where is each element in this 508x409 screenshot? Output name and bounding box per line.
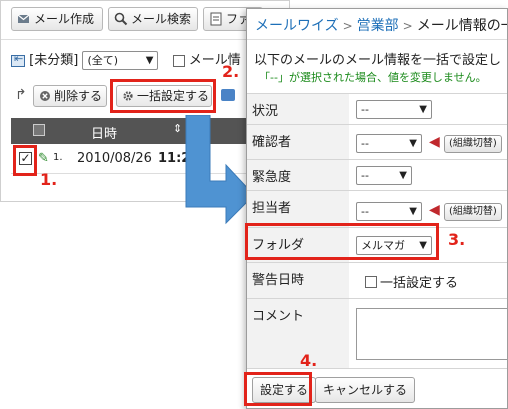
comment-textarea[interactable] <box>356 308 507 360</box>
flow-arrow-icon <box>185 115 255 225</box>
chevron-down-icon: ▼ <box>145 55 154 66</box>
confirmer-row: 確認者 -- ▼ ◀ (組織切替) <box>247 124 507 159</box>
intro-text: 以下のメールのメール情報を一括で設定し <box>254 53 502 68</box>
mail-create-button[interactable]: メール作成 <box>11 7 103 31</box>
folder-filter-row: ⇤ [未分類] (全て) ▼ メール情 <box>11 49 241 70</box>
document-icon <box>210 12 222 26</box>
footer-divider <box>247 368 507 369</box>
left-arrow-icon: ◀ <box>429 202 440 218</box>
mail-search-label: メール検索 <box>131 12 192 26</box>
folder-icon[interactable] <box>221 89 235 101</box>
reply-arrow-icon[interactable]: ↱ <box>15 87 27 103</box>
warning-date-row: 警告日時 一括設定する <box>247 262 507 298</box>
urgency-select[interactable]: -- ▼ <box>356 166 412 185</box>
warning-date-label: 警告日時 <box>247 263 349 298</box>
header-divider <box>247 39 507 40</box>
delete-circle-icon <box>40 91 50 101</box>
filter-select[interactable]: (全て) ▼ <box>82 51 159 70</box>
pen-mail-icon <box>17 14 30 23</box>
step1-highlight <box>13 145 37 176</box>
breadcrumb-department[interactable]: 営業部 <box>357 18 399 34</box>
assignee-row: 担当者 -- ▼ ◀ (組織切替) <box>247 190 507 227</box>
left-arrow-icon: ◀ <box>429 134 440 150</box>
step2-highlight <box>110 79 216 113</box>
step4-highlight <box>244 372 312 406</box>
chevron-down-icon: ▼ <box>419 104 427 115</box>
step3-label: 3. <box>448 230 466 249</box>
assignee-select[interactable]: -- ▼ <box>356 202 422 221</box>
urgency-select-value: -- <box>361 169 369 182</box>
breadcrumb-current: メール情報の一 <box>416 18 508 34</box>
folder-label: [未分類] <box>29 53 79 68</box>
confirmer-select[interactable]: -- ▼ <box>356 134 422 153</box>
urgency-label: 緊急度 <box>247 160 349 190</box>
filter-select-value: (全て) <box>87 54 119 67</box>
back-arrow-icon[interactable]: ⇤ <box>11 52 25 67</box>
step3-highlight <box>245 223 439 260</box>
delete-label: 削除する <box>54 89 103 103</box>
row-date: 2010/08/26 <box>77 151 152 166</box>
delete-button[interactable]: 削除する <box>33 85 107 107</box>
warning-date-checkbox-label: 一括設定する <box>380 276 459 291</box>
mail-search-button[interactable]: メール検索 <box>108 7 198 31</box>
status-select[interactable]: -- ▼ <box>356 100 432 119</box>
note-text: 「--」が選択された場合、値を変更しません。 <box>259 71 487 84</box>
row-number: 1. <box>53 152 63 163</box>
confirmer-label: 確認者 <box>247 125 349 159</box>
breadcrumb: メールワイズ > 営業部 > メール情報の一 <box>255 15 508 35</box>
chevron-down-icon: ▼ <box>399 170 407 181</box>
edit-mail-icon: ✎ <box>38 151 49 166</box>
comment-label: コメント <box>247 299 349 368</box>
comment-row: コメント <box>247 298 507 368</box>
date-column-header[interactable]: 日時 <box>91 123 117 142</box>
search-icon <box>114 12 128 26</box>
mail-create-label: メール作成 <box>34 12 95 26</box>
urgency-row: 緊急度 -- ▼ <box>247 159 507 190</box>
step1-label: 1. <box>40 170 58 189</box>
assignee-label: 担当者 <box>247 191 349 227</box>
select-all-checkbox[interactable] <box>33 124 45 136</box>
status-label: 状況 <box>247 94 349 124</box>
step4-label: 4. <box>300 351 318 370</box>
status-select-value: -- <box>361 103 369 116</box>
assignee-select-value: -- <box>361 205 369 218</box>
warning-date-checkbox[interactable] <box>365 276 377 288</box>
chevron-down-icon: ▼ <box>409 206 417 217</box>
chevron-down-icon: ▼ <box>409 138 417 149</box>
breadcrumb-mailwise[interactable]: メールワイズ <box>255 18 339 34</box>
confirmer-select-value: -- <box>361 137 369 150</box>
cancel-button[interactable]: キャンセルする <box>315 377 416 403</box>
org-switch-button[interactable]: (組織切替) <box>444 203 502 221</box>
status-row: 状況 -- ▼ <box>247 93 507 124</box>
step2-label: 2. <box>222 62 240 81</box>
mail-info-bulk-dialog: メールワイズ > 営業部 > メール情報の一 以下のメールのメール情報を一括で設定し 「… <box>246 8 508 409</box>
org-switch-button[interactable]: (組織切替) <box>444 135 502 153</box>
mail-info-checkbox[interactable] <box>172 54 185 67</box>
